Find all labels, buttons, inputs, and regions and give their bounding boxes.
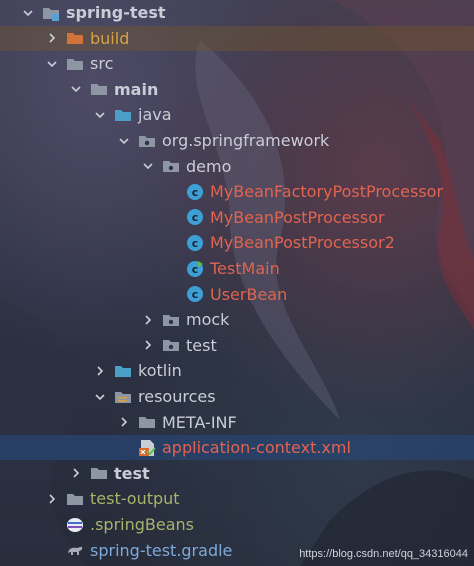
folder-icon — [66, 55, 84, 73]
springbeans-file-icon — [66, 516, 84, 534]
tree-item-label: MyBeanFactoryPostProcessor — [210, 182, 444, 202]
tree-item-mybeanfactorypostprocessor[interactable]: c MyBeanFactoryPostProcessor — [0, 179, 474, 204]
tree-item-label: UserBean — [210, 284, 288, 304]
tree-item-label: test-output — [90, 489, 180, 509]
tree-item-label: org.springframework — [162, 131, 330, 150]
tree-item-label: src — [90, 54, 114, 74]
chevron-down-icon[interactable] — [20, 5, 36, 21]
tree-item-application-context-xml[interactable]: application-context.xml — [0, 435, 474, 461]
tree-item-label: spring-test — [66, 3, 166, 22]
tree-item-label: spring-test.gradle — [90, 540, 233, 560]
package-icon — [162, 311, 180, 329]
tree-item-org-springframework[interactable]: org.springframework — [0, 128, 474, 153]
tree-item-springbeans[interactable]: .springBeans — [0, 512, 474, 537]
tree-item-label: test — [186, 335, 217, 355]
svg-text:c: c — [192, 186, 199, 199]
tree-item-label: build — [90, 28, 130, 48]
chevron-down-icon[interactable] — [44, 56, 60, 72]
chevron-right-icon[interactable] — [116, 414, 132, 430]
xml-file-icon — [138, 439, 156, 457]
tree-item-label: META-INF — [162, 412, 237, 432]
arrow-spacer — [164, 286, 180, 302]
arrow-spacer — [164, 235, 180, 251]
chevron-right-icon[interactable] — [68, 465, 84, 481]
tree-item-label: TestMain — [210, 259, 280, 278]
arrow-spacer — [44, 517, 60, 533]
tree-item-src[interactable]: src — [0, 51, 474, 76]
class-icon: c — [186, 183, 204, 201]
module-folder-icon — [42, 4, 60, 22]
tree-item-mybeanpostprocessor[interactable]: c MyBeanPostProcessor — [0, 205, 474, 230]
svg-text:c: c — [192, 288, 199, 301]
tree-item-label: .springBeans — [90, 515, 194, 534]
chevron-down-icon[interactable] — [92, 389, 108, 405]
tree-item-label: application-context.xml — [162, 438, 351, 458]
tree-item-resources[interactable]: resources — [0, 384, 474, 409]
tree-item-mybeanpostprocessor2[interactable]: c MyBeanPostProcessor2 — [0, 230, 474, 255]
tree-item-label: kotlin — [138, 361, 182, 381]
excluded-folder-icon — [66, 29, 84, 47]
chevron-right-icon[interactable] — [44, 491, 60, 507]
folder-icon — [138, 413, 156, 431]
tree-item-label: test — [114, 463, 150, 483]
folder-icon — [66, 490, 84, 508]
tree-item-label: resources — [138, 387, 216, 406]
folder-icon — [90, 80, 108, 98]
tree-item-label: mock — [186, 310, 230, 330]
class-icon: c — [186, 208, 204, 226]
class-icon: c — [186, 285, 204, 303]
tree-item-main[interactable]: main — [0, 77, 474, 102]
tree-item-label: demo — [186, 156, 232, 176]
chevron-down-icon[interactable] — [140, 158, 156, 174]
arrow-spacer — [44, 542, 60, 558]
svg-text:c: c — [192, 237, 199, 250]
arrow-spacer — [164, 184, 180, 200]
folder-icon — [90, 464, 108, 482]
tree-item-test[interactable]: test — [0, 461, 474, 486]
chevron-right-icon[interactable] — [140, 337, 156, 353]
package-icon — [162, 157, 180, 175]
chevron-right-icon[interactable] — [44, 30, 60, 46]
tree-item-demo[interactable]: demo — [0, 154, 474, 179]
source-folder-icon — [114, 362, 132, 380]
class-icon: c — [186, 234, 204, 252]
tree-item-label: java — [138, 105, 172, 125]
tree-item-meta-inf[interactable]: META-INF — [0, 410, 474, 435]
tree-item-test[interactable]: test — [0, 333, 474, 358]
arrow-spacer — [164, 209, 180, 225]
tree-item-spring-test[interactable]: spring-test — [0, 0, 474, 25]
tree-item-label: MyBeanPostProcessor — [210, 207, 385, 227]
tree-item-label: MyBeanPostProcessor2 — [210, 233, 395, 253]
tree-item-test-output[interactable]: test-output — [0, 486, 474, 511]
tree-item-java[interactable]: java — [0, 102, 474, 127]
watermark-text: https://blog.csdn.net/qq_34316044 — [299, 548, 468, 560]
chevron-right-icon[interactable] — [92, 363, 108, 379]
package-icon — [162, 336, 180, 354]
arrow-spacer — [116, 440, 132, 456]
tree-item-userbean[interactable]: c UserBean — [0, 282, 474, 307]
tree-item-label: main — [114, 79, 159, 99]
chevron-down-icon[interactable] — [116, 133, 132, 149]
chevron-right-icon[interactable] — [140, 312, 156, 328]
gradle-icon — [66, 541, 84, 559]
chevron-down-icon[interactable] — [68, 81, 84, 97]
source-folder-icon — [114, 106, 132, 124]
svg-text:c: c — [192, 263, 199, 276]
runnable-class-icon: c — [186, 260, 204, 278]
resources-folder-icon — [114, 388, 132, 406]
tree-item-testmain[interactable]: c TestMain — [0, 256, 474, 281]
tree-item-kotlin[interactable]: kotlin — [0, 358, 474, 383]
package-icon — [138, 132, 156, 150]
tree-item-build[interactable]: build — [0, 25, 474, 51]
svg-text:c: c — [192, 211, 199, 224]
chevron-down-icon[interactable] — [92, 107, 108, 123]
arrow-spacer — [164, 261, 180, 277]
tree-item-mock[interactable]: mock — [0, 307, 474, 332]
